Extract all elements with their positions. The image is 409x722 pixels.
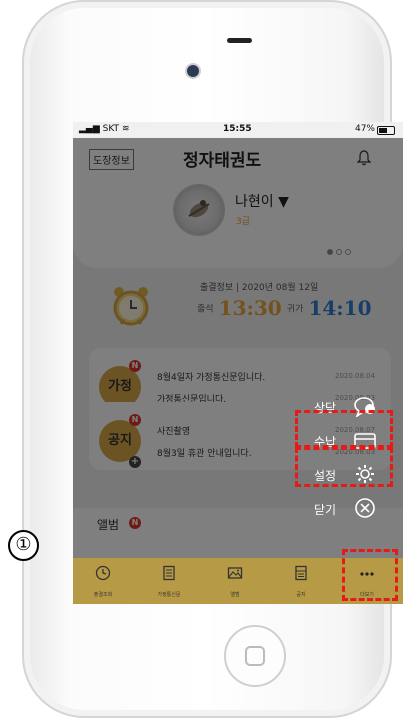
home-square-icon <box>245 646 265 666</box>
tab-album[interactable]: 앨범 <box>205 558 265 604</box>
close-icon[interactable] <box>353 497 377 519</box>
highlight-consult-payment <box>295 410 393 448</box>
battery-icon <box>377 126 395 135</box>
image-icon <box>227 567 243 579</box>
tab-label: 앨범 <box>230 592 240 598</box>
status-time: 15:55 <box>223 124 252 134</box>
front-camera <box>187 65 199 77</box>
carrier-text: SKT <box>102 124 120 134</box>
document-icon <box>163 565 175 581</box>
notice-icon <box>295 565 307 581</box>
tab-notice[interactable]: 공지 <box>271 558 331 604</box>
status-bar: ▂▄▆ SKT ≋ 15:55 47% <box>73 122 403 138</box>
tab-home-letter[interactable]: 가정통신문 <box>139 558 199 604</box>
step-marker: ① <box>8 530 39 561</box>
dim-overlay[interactable] <box>73 138 403 558</box>
tab-label: 가정통신문 <box>157 592 181 598</box>
home-button[interactable] <box>224 625 286 687</box>
signal-icon: ▂▄▆ <box>79 124 100 134</box>
menu-item-close[interactable]: 닫기 <box>314 501 336 518</box>
tab-label: 공지 <box>296 592 306 598</box>
wifi-icon: ≋ <box>121 124 130 134</box>
earpiece-speaker <box>227 38 252 43</box>
battery-percent: 47% <box>354 124 375 134</box>
clock-icon <box>95 565 111 581</box>
carrier-label: ▂▄▆ SKT ≋ <box>79 124 129 134</box>
app-screen: ▂▄▆ SKT ≋ 15:55 47% 도장정보 정자태권도 나현이 ▼ 3급 <box>73 122 403 604</box>
tab-label: 출결조회 <box>93 592 113 598</box>
tab-attendance[interactable]: 출결조회 <box>73 558 133 604</box>
highlight-more-tab <box>342 549 398 601</box>
highlight-payment <box>295 447 393 487</box>
